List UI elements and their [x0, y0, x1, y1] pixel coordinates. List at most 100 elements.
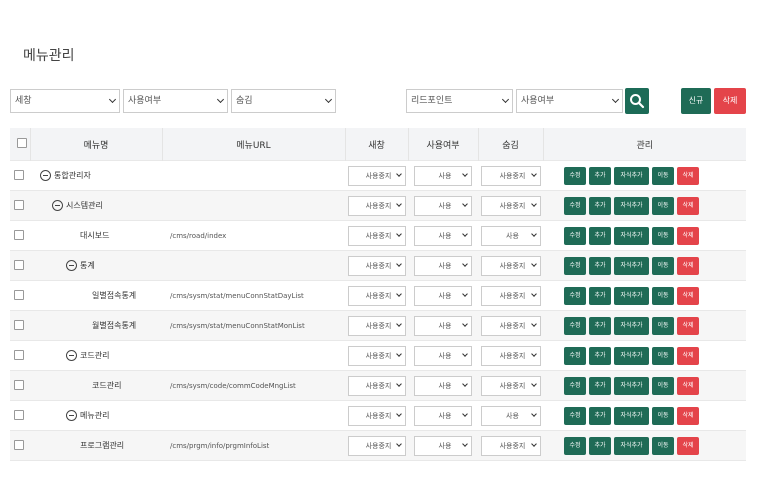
table-row[interactable]: 시스템관리 사용중지 사용 사용중지 수정 추가 자식추가 이동 삭제 [10, 190, 746, 221]
table-row[interactable]: 월별접속통계/cms/sysm/stat/menuConnStatMonList… [10, 310, 746, 341]
select-all-checkbox[interactable] [16, 137, 27, 148]
hidden-select[interactable]: 사용중지 [480, 315, 541, 336]
add-button[interactable]: 추가 [589, 316, 611, 335]
use-select[interactable]: 사용 [414, 285, 472, 306]
window-select[interactable]: 사용중지 [347, 165, 406, 186]
add-child-button[interactable]: 자식추가 [614, 286, 649, 305]
row-delete-button[interactable]: 삭제 [677, 166, 699, 185]
use-filter-select-2[interactable]: 사용여부 [516, 89, 623, 113]
new-button[interactable]: 신규 [681, 88, 711, 114]
row-checkbox-cell[interactable] [10, 190, 30, 221]
move-button[interactable]: 이동 [652, 436, 674, 455]
table-row[interactable]: 프로그램관리/cms/prgm/info/prgmInfoList 사용중지 사용 사… [10, 430, 746, 461]
add-button[interactable]: 추가 [589, 376, 611, 395]
hidden-select[interactable]: 사용중지 [480, 375, 541, 396]
row-checkbox[interactable] [14, 409, 24, 420]
add-child-button[interactable]: 자식추가 [614, 376, 649, 395]
add-child-button[interactable]: 자식추가 [614, 406, 649, 425]
add-child-button[interactable]: 자식추가 [614, 166, 649, 185]
hidden-filter-select[interactable]: 숨김 [231, 89, 336, 113]
move-button[interactable]: 이동 [652, 376, 674, 395]
edit-button[interactable]: 수정 [564, 256, 586, 275]
row-checkbox[interactable] [14, 349, 24, 360]
add-child-button[interactable]: 자식추가 [614, 256, 649, 275]
hidden-select[interactable]: 사용중지 [480, 435, 541, 456]
row-delete-button[interactable]: 삭제 [677, 286, 699, 305]
add-button[interactable]: 추가 [589, 346, 611, 365]
row-delete-button[interactable]: 삭제 [677, 406, 699, 425]
window-select[interactable]: 사용중지 [347, 315, 406, 336]
row-delete-button[interactable]: 삭제 [677, 376, 699, 395]
hidden-select[interactable]: 사용중지 [480, 285, 541, 306]
table-row[interactable]: 대시보드/cms/road/index 사용중지 사용 사용 수정 추가 자식추가 이동 삭제 [10, 220, 746, 251]
hidden-select[interactable]: 사용 [480, 225, 541, 246]
use-select[interactable]: 사용 [414, 405, 472, 426]
row-checkbox-cell[interactable] [10, 160, 30, 191]
hidden-select[interactable]: 사용중지 [480, 345, 541, 366]
row-delete-button[interactable]: 삭제 [677, 346, 699, 365]
window-select[interactable]: 사용중지 [347, 195, 406, 216]
row-checkbox[interactable] [14, 439, 24, 450]
edit-button[interactable]: 수정 [564, 376, 586, 395]
move-button[interactable]: 이동 [652, 196, 674, 215]
hidden-select[interactable]: 사용 [480, 405, 541, 426]
use-select[interactable]: 사용 [414, 255, 472, 276]
window-select[interactable]: 사용중지 [347, 285, 406, 306]
edit-button[interactable]: 수정 [564, 316, 586, 335]
row-checkbox[interactable] [14, 199, 24, 210]
window-select[interactable]: 사용중지 [347, 255, 406, 276]
move-button[interactable]: 이동 [652, 256, 674, 275]
use-select[interactable]: 사용 [414, 195, 472, 216]
hidden-select[interactable]: 사용중지 [480, 165, 541, 186]
edit-button[interactable]: 수정 [564, 196, 586, 215]
table-row[interactable]: 코드관리/cms/sysm/code/commCodeMngList 사용중지 사용… [10, 370, 746, 401]
row-checkbox[interactable] [14, 319, 24, 330]
collapse-icon[interactable] [66, 410, 77, 421]
row-checkbox[interactable] [14, 169, 24, 180]
use-select[interactable]: 사용 [414, 315, 472, 336]
row-checkbox-cell[interactable] [10, 400, 30, 431]
window-select[interactable]: 사용중지 [347, 345, 406, 366]
move-button[interactable]: 이동 [652, 166, 674, 185]
window-select[interactable]: 사용중지 [347, 435, 406, 456]
collapse-icon[interactable] [66, 260, 77, 271]
row-checkbox-cell[interactable] [10, 340, 30, 371]
table-row[interactable]: 일별접속통계/cms/sysm/stat/menuConnStatDayList… [10, 280, 746, 311]
add-button[interactable]: 추가 [589, 226, 611, 245]
add-button[interactable]: 추가 [589, 256, 611, 275]
row-checkbox-cell[interactable] [10, 310, 30, 341]
point-filter-select[interactable]: 리드포인트 [406, 89, 513, 113]
use-select[interactable]: 사용 [414, 345, 472, 366]
hidden-select[interactable]: 사용중지 [480, 255, 541, 276]
add-child-button[interactable]: 자식추가 [614, 316, 649, 335]
table-row[interactable]: 통합관리자 사용중지 사용 사용중지 수정 추가 자식추가 이동 삭제 [10, 160, 746, 191]
add-child-button[interactable]: 자식추가 [614, 346, 649, 365]
move-button[interactable]: 이동 [652, 286, 674, 305]
add-button[interactable]: 추가 [589, 166, 611, 185]
use-select[interactable]: 사용 [414, 165, 472, 186]
window-select[interactable]: 사용중지 [347, 375, 406, 396]
row-checkbox[interactable] [14, 379, 24, 390]
window-filter-select[interactable]: 세창 [10, 89, 120, 113]
row-delete-button[interactable]: 삭제 [677, 226, 699, 245]
collapse-icon[interactable] [66, 350, 77, 361]
row-checkbox[interactable] [14, 289, 24, 300]
add-button[interactable]: 추가 [589, 406, 611, 425]
row-delete-button[interactable]: 삭제 [677, 436, 699, 455]
search-button[interactable] [625, 88, 649, 114]
row-checkbox-cell[interactable] [10, 430, 30, 461]
use-select[interactable]: 사용 [414, 375, 472, 396]
hidden-select[interactable]: 사용중지 [480, 195, 541, 216]
use-filter-select[interactable]: 사용여부 [123, 89, 228, 113]
edit-button[interactable]: 수정 [564, 436, 586, 455]
row-delete-button[interactable]: 삭제 [677, 316, 699, 335]
row-checkbox-cell[interactable] [10, 220, 30, 251]
move-button[interactable]: 이동 [652, 406, 674, 425]
edit-button[interactable]: 수정 [564, 226, 586, 245]
table-row[interactable]: 메뉴관리 사용중지 사용 사용 수정 추가 자식추가 이동 삭제 [10, 400, 746, 431]
move-button[interactable]: 이동 [652, 346, 674, 365]
row-delete-button[interactable]: 삭제 [677, 256, 699, 275]
add-button[interactable]: 추가 [589, 436, 611, 455]
edit-button[interactable]: 수정 [564, 346, 586, 365]
use-select[interactable]: 사용 [414, 435, 472, 456]
